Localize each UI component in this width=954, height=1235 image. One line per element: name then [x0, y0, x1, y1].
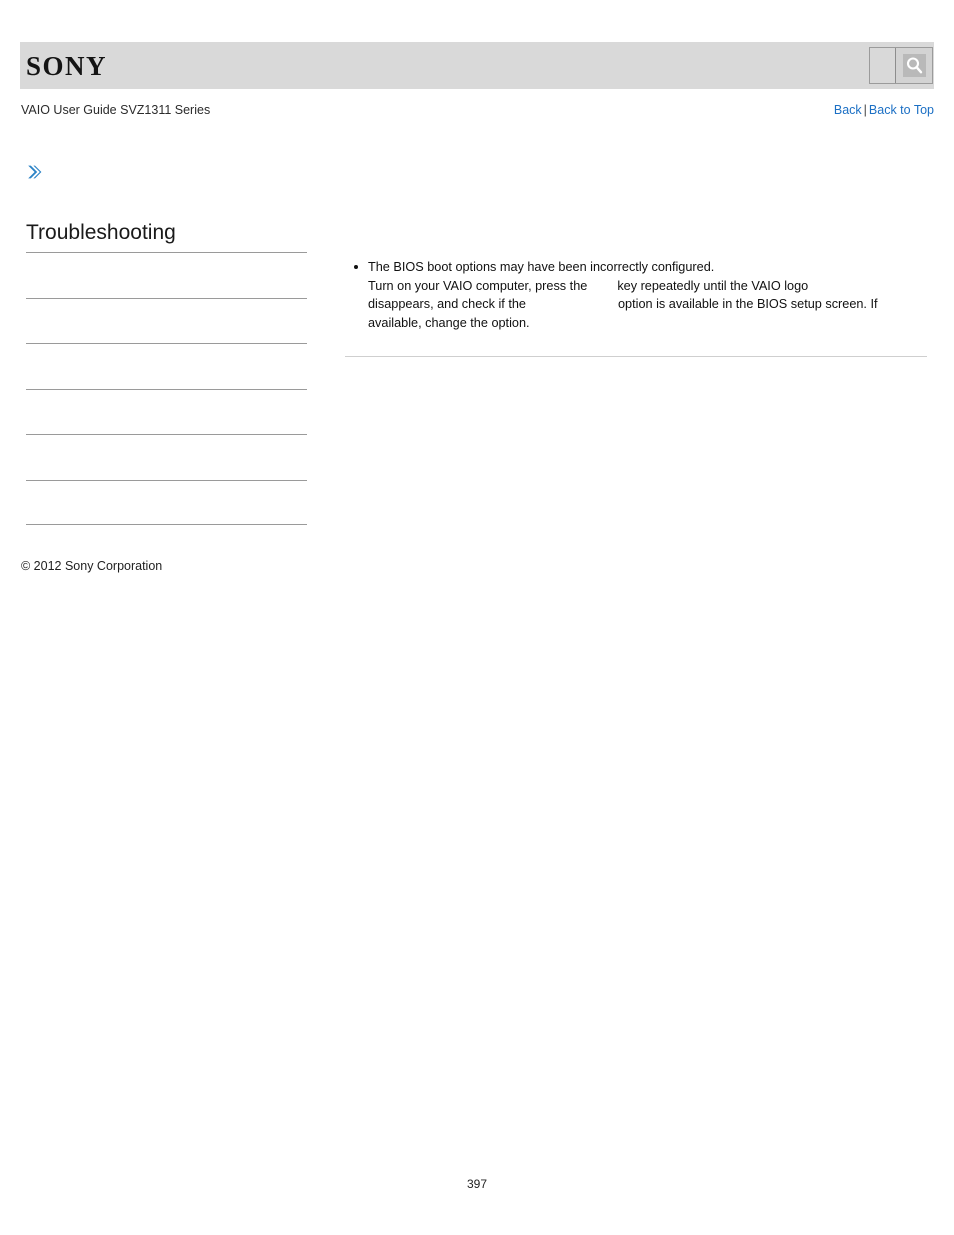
sidebar-item-2[interactable]: [26, 298, 307, 343]
troubleshooting-bullet-list: The BIOS boot options may have been inco…: [345, 258, 927, 332]
content-divider: [345, 356, 927, 357]
bullet-line-4: available, change the option.: [368, 315, 530, 330]
sidebar-item-4[interactable]: [26, 389, 307, 434]
double-chevron-right-icon: [25, 163, 43, 181]
sidebar-item-1[interactable]: [26, 252, 307, 298]
main-content: The BIOS boot options may have been inco…: [345, 258, 927, 332]
page-number: 397: [466, 1177, 488, 1191]
sidebar-bottom-rule: [26, 524, 307, 525]
sidebar: Troubleshooting: [26, 220, 307, 525]
search-box: [869, 47, 933, 84]
sony-logo: SONY: [26, 51, 108, 81]
search-icon: [902, 54, 926, 77]
bullet-line-2-a: Turn on your VAIO computer, press the: [368, 278, 588, 293]
search-button[interactable]: [895, 48, 932, 83]
search-input[interactable]: [870, 48, 895, 83]
bullet-line-3-a: disappears, and check if the: [368, 297, 526, 312]
bullet-line-2-b: key repeatedly until the VAIO logo: [617, 278, 809, 293]
back-link[interactable]: Back: [834, 103, 862, 117]
sidebar-item-6[interactable]: [26, 480, 307, 524]
guide-title: VAIO User Guide SVZ1311 Series: [21, 103, 211, 117]
sidebar-item-5[interactable]: [26, 434, 307, 480]
nav-separator: |: [863, 103, 867, 117]
list-item: The BIOS boot options may have been inco…: [354, 258, 927, 332]
bullet-line-3-b: option is available in the BIOS setup sc…: [618, 297, 878, 312]
back-to-top-link[interactable]: Back to Top: [869, 103, 934, 117]
copyright-text: © 2012 Sony Corporation: [21, 559, 163, 573]
header-band: [20, 42, 934, 89]
header-nav-links: Back | Back to Top: [834, 103, 934, 117]
sidebar-item-3[interactable]: [26, 343, 307, 389]
bullet-line-1: The BIOS boot options may have been inco…: [368, 260, 715, 274]
sidebar-heading: Troubleshooting: [26, 221, 176, 244]
